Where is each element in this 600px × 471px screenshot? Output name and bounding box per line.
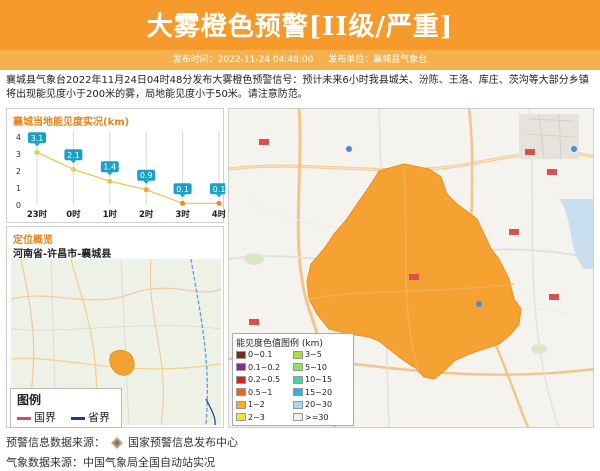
value-label-pointer — [70, 160, 77, 164]
visibility-point — [180, 200, 186, 206]
location-panel-title: 定位概览 — [13, 235, 53, 246]
y-tick-label: 0 — [16, 201, 21, 210]
legend-label: 0~0.1 — [248, 350, 273, 359]
value-label: 1.4 — [103, 163, 116, 172]
value-label: 0.1 — [176, 185, 189, 194]
y-tick-label: 4 — [16, 133, 21, 142]
visibility-line — [36, 151, 219, 204]
legend-item-province-border: 省界 — [71, 409, 110, 425]
legend-swatch — [293, 350, 303, 359]
legend-label: 0.5~1 — [248, 387, 273, 397]
publish-time: 发布时间：2022-11-24 04:48:00 — [172, 55, 314, 65]
legend-label: 15~20 — [305, 387, 333, 397]
value-label: 0.9 — [140, 171, 153, 180]
y-tick-label: 1 — [16, 184, 21, 193]
legend-label: >=30 — [305, 412, 329, 422]
legend-swatch — [293, 375, 303, 384]
legend-item: 0~0.1 — [236, 350, 273, 360]
x-tick-label: 23时 — [27, 209, 48, 220]
legend-label: 20~30 — [305, 400, 333, 409]
legend-label: 2~3 — [248, 412, 265, 422]
warning-source-line: 预警信息数据来源： 国家预警信息发布中心 — [6, 434, 238, 450]
x-tick-label: 3时 — [175, 209, 190, 220]
legend-item: >=30 — [293, 413, 329, 423]
y-tick-label: 3 — [16, 150, 21, 159]
value-label: 3.1 — [31, 134, 44, 143]
x-tick-label: 0时 — [66, 209, 81, 220]
weather-source-line: 气象数据来源：中国气象局全国自动站实况 — [6, 456, 215, 469]
legend-item: 0.5~1 — [236, 388, 273, 398]
legend-swatch — [236, 400, 246, 409]
visibility-point — [70, 166, 76, 172]
legend-item: 10~15 — [293, 375, 332, 385]
legend-swatch — [236, 363, 246, 371]
legend-label: 5~10 — [305, 362, 327, 372]
legend-swatch — [236, 388, 246, 396]
visibility-point — [143, 187, 149, 193]
legend-item: 3~5 — [293, 350, 322, 360]
warning-center-logo-icon — [110, 437, 123, 449]
visibility-chart: 0 1 2 3 4 23时 0时 1时 2时 3时 4时 3.1 2.1 1.4 0.9 0.1 0.1 — [16, 131, 225, 220]
warning-header: 大雾橙色预警[II级/严重] 发布时间：2022-11-24 04:48:00 … — [0, 0, 600, 70]
legend-item: 20~30 — [293, 400, 332, 410]
legend-label: 0.1~0.2 — [248, 362, 281, 372]
legend-swatch — [293, 413, 303, 421]
visibility-point — [34, 149, 40, 155]
legend-item: 15~20 — [293, 388, 332, 398]
x-tick-label: 4时 — [212, 209, 225, 220]
legend-item: 1~2 — [236, 400, 265, 410]
province-border-swatch — [71, 416, 85, 420]
location-region: 河南省-许昌市-襄城县 — [13, 249, 112, 260]
warning-source-label: 预警信息数据来源： — [6, 436, 105, 449]
legend-swatch — [293, 388, 303, 396]
x-tick-label: 2时 — [139, 209, 154, 220]
legend-label: 0.2~0.5 — [248, 375, 281, 384]
value-label-pointer — [216, 194, 222, 198]
visibility-panel-title: 襄城当地能见度实况(km) — [13, 117, 130, 128]
legend-label: 1~2 — [248, 400, 265, 409]
overview-legend: 图例 国界 省界 — [10, 388, 122, 428]
visibility-point — [216, 200, 222, 206]
legend-label: 10~15 — [305, 375, 333, 384]
value-label-pointer — [179, 194, 186, 198]
warning-title: 大雾橙色预警[II级/严重] — [146, 12, 454, 42]
value-label: 2.1 — [67, 151, 80, 160]
legend-swatch — [236, 413, 246, 421]
legend-item-country-border: 国界 — [17, 409, 56, 425]
value-label: 0.1 — [213, 185, 225, 194]
legend-label: 3~5 — [305, 350, 322, 359]
visibility-point — [107, 178, 113, 184]
legend-item: 0.1~0.2 — [236, 363, 280, 373]
warning-description: 襄城县气象台2022年11月24日04时48分发布大雾橙色预警信号：预计未来6小… — [6, 75, 589, 100]
legend-item: 0.2~0.5 — [236, 375, 280, 385]
publish-unit: 发布单位：襄城县气象台 — [328, 55, 428, 65]
country-border-swatch — [17, 416, 31, 420]
warning-meta-bar: 发布时间：2022-11-24 04:48:00 发布单位：襄城县气象台 — [0, 50, 600, 70]
legend-swatch — [236, 350, 246, 359]
value-label-pointer — [143, 180, 150, 184]
legend-swatch — [236, 375, 246, 384]
visibility-legend-title: 能见度色值图例 (km) — [236, 339, 323, 349]
x-tick-label: 1时 — [103, 209, 118, 220]
value-label-pointer — [34, 143, 40, 147]
legend-swatch — [293, 400, 303, 409]
y-tick-label: 2 — [16, 167, 21, 176]
legend-item: 2~3 — [236, 413, 265, 423]
legend-swatch — [293, 363, 303, 371]
warning-source-name[interactable]: 国家预警信息发布中心 — [128, 436, 238, 449]
overview-legend-title: 图例 — [17, 393, 42, 407]
value-label-pointer — [106, 172, 113, 176]
legend-item: 5~10 — [293, 363, 327, 373]
visibility-panel: 襄城当地能见度实况(km) 0 1 2 3 4 23时 0时 1时 2时 3时 4时 3.1 2.1 1.… — [6, 108, 225, 223]
visibility-color-legend: 能见度色值图例 (km) 0~0.1 3~5 0.1~0.2 5~10 0.2~0.5 1… — [232, 333, 354, 426]
